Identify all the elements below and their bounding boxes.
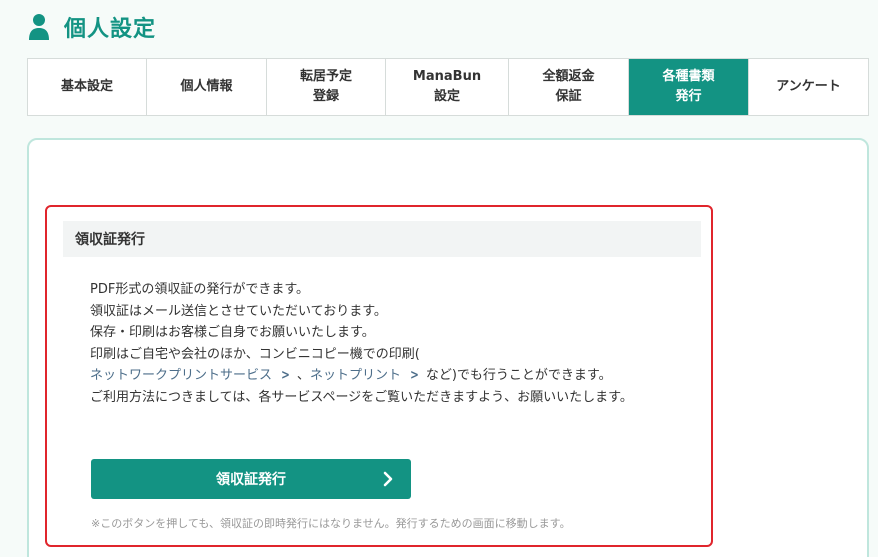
chevron-right-icon: > <box>410 368 419 383</box>
tab-label: 各種書類 発行 <box>662 69 715 104</box>
network-print-service-link[interactable]: ネットワークプリントサービス <box>90 368 272 383</box>
tab-basic-settings[interactable]: 基本設定 <box>28 59 147 115</box>
description-line: 保存・印刷はお客様ご自身でお願いいたします。 <box>90 325 375 340</box>
issue-receipt-button-label: 領収証発行 <box>216 471 286 487</box>
issue-receipt-button[interactable]: 領収証発行 <box>91 459 411 499</box>
tab-personal-info[interactable]: 個人情報 <box>147 59 267 115</box>
receipt-section-title: 領収証発行 <box>75 232 145 248</box>
page: 個人設定 基本設定 個人情報 転居予定 登録 ManaBun 設定 全額返金 保… <box>0 0 878 557</box>
net-print-link[interactable]: ネットプリント <box>310 368 401 383</box>
separator-text: 、 <box>296 368 310 383</box>
description-line: ネットワークプリントサービス > 、ネットプリント > など)でも行うことができます。 <box>90 365 680 387</box>
tab-manabun-settings[interactable]: ManaBun 設定 <box>386 59 509 115</box>
receipt-section: 領収証発行 PDF形式の領収証の発行ができます。 領収証はメール送信とさせていた… <box>45 205 713 547</box>
receipt-section-header: 領収証発行 <box>63 221 701 257</box>
tab-label: ManaBun 設定 <box>412 69 482 104</box>
receipt-description: PDF形式の領収証の発行ができます。 領収証はメール送信とさせていただいておりま… <box>90 279 680 408</box>
tab-moving-registration[interactable]: 転居予定 登録 <box>267 59 386 115</box>
description-suffix: など)でも行うことができます。 <box>425 368 612 383</box>
tab-survey[interactable]: アンケート <box>749 59 868 115</box>
description-line: ご利用方法につきましては、各サービスページをご覧いただきますよう、お願いいたしま… <box>90 389 633 405</box>
tab-label: 転居予定 登録 <box>299 69 352 104</box>
page-title: 個人設定 <box>64 17 157 42</box>
chevron-right-icon <box>383 471 393 487</box>
tab-refund-guarantee[interactable]: 全額返金 保証 <box>509 59 629 115</box>
tab-label: アンケート <box>776 79 841 94</box>
receipt-note: ※このボタンを押しても、領収証の即時発行にはなりません。発行するための画面に移動… <box>91 517 571 530</box>
description-line: 印刷はご自宅や会社のほか、コンビニコピー機での印刷( <box>90 346 420 362</box>
page-header: 個人設定 <box>28 10 156 44</box>
tab-label: 全額返金 保証 <box>542 69 595 104</box>
tab-documents[interactable]: 各種書類 発行 <box>629 59 749 115</box>
person-icon <box>29 14 49 40</box>
description-line: PDF形式の領収証の発行ができます。 <box>90 282 310 297</box>
chevron-right-icon: > <box>281 368 290 383</box>
tab-label: 基本設定 <box>60 79 113 94</box>
tab-label: 個人情報 <box>180 79 233 94</box>
description-line: 領収証はメール送信とさせていただいております。 <box>90 303 387 319</box>
settings-tabs: 基本設定 個人情報 転居予定 登録 ManaBun 設定 全額返金 保証 各種書… <box>27 58 869 116</box>
